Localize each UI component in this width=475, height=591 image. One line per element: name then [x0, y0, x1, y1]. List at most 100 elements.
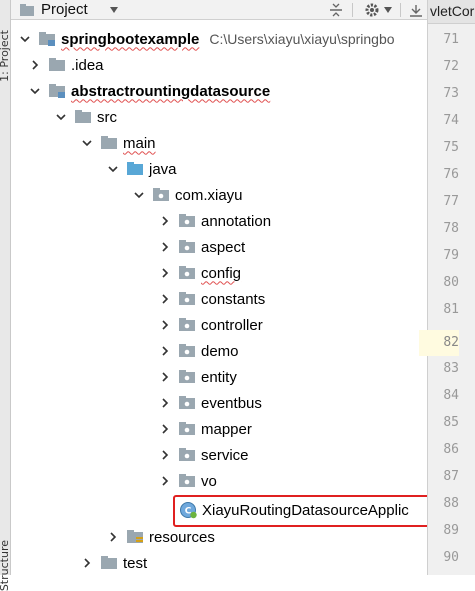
line-number: 80 — [443, 275, 459, 290]
line-number: 84 — [443, 388, 459, 403]
tree-node-subpackage[interactable]: constants — [159, 286, 427, 312]
tree-node-subpackage[interactable]: entity — [159, 364, 427, 390]
package-icon — [179, 448, 196, 462]
test-folder-label: test — [123, 554, 148, 572]
package-icon — [179, 266, 196, 280]
subpackage-label: annotation — [201, 212, 272, 230]
project-panel-header: Project — [11, 0, 427, 20]
subpackage-label: constants — [201, 290, 266, 308]
tree-node-test[interactable]: test — [81, 550, 427, 575]
tree-node-main[interactable]: main — [81, 130, 427, 156]
settings-dropdown-icon[interactable] — [384, 0, 392, 19]
tree-node-subpackage[interactable]: vo — [159, 468, 427, 494]
package-icon — [179, 240, 196, 254]
package-icon — [179, 474, 196, 488]
package-icon — [179, 292, 196, 306]
package-icon — [179, 214, 196, 228]
resources-folder-label: resources — [149, 528, 215, 546]
dropdown-arrow-icon[interactable] — [109, 0, 119, 19]
package-icon — [179, 344, 196, 358]
chevron-right-icon[interactable] — [159, 215, 171, 227]
spring-boot-class-icon: C — [179, 501, 197, 519]
tree-node-src[interactable]: src — [55, 104, 427, 130]
project-panel: Project springbootexample C:\Users\xiayu… — [11, 0, 427, 575]
root-project-name: springbootexample — [61, 30, 200, 48]
chevron-down-icon[interactable] — [55, 111, 67, 123]
line-number: 87 — [443, 469, 459, 484]
folder-icon — [75, 110, 92, 124]
hide-icon[interactable] — [409, 0, 423, 19]
line-number: 81 — [443, 302, 459, 317]
chevron-down-icon[interactable] — [107, 163, 119, 175]
source-folder-icon — [127, 162, 144, 176]
tree-node-subpackage[interactable]: controller — [159, 312, 427, 338]
line-number: 88 — [443, 496, 459, 511]
subpackage-label: service — [201, 446, 249, 464]
tree-node-package[interactable]: com.xiayu — [133, 182, 427, 208]
tree-node-java[interactable]: java — [107, 156, 427, 182]
chevron-down-icon[interactable] — [19, 33, 31, 45]
chevron-right-icon[interactable] — [159, 371, 171, 383]
tree-node-subpackage[interactable]: config — [159, 260, 427, 286]
tree-node-subpackage[interactable]: mapper — [159, 416, 427, 442]
current-line-number: 82 — [419, 330, 459, 356]
package-icon — [179, 422, 196, 436]
folder-icon — [49, 58, 66, 72]
line-number: 85 — [443, 415, 459, 430]
subpackage-label: entity — [201, 368, 237, 386]
line-number: 86 — [443, 442, 459, 457]
package-icon — [179, 370, 196, 384]
chevron-right-icon[interactable] — [159, 319, 171, 331]
line-number: 76 — [443, 167, 459, 182]
main-folder-label: main — [123, 134, 156, 152]
line-number: 83 — [443, 361, 459, 376]
resources-folder-icon — [127, 530, 144, 544]
chevron-right-icon[interactable] — [159, 397, 171, 409]
tree-node-idea[interactable]: .idea — [29, 52, 427, 78]
header-divider — [352, 3, 353, 17]
chevron-down-icon[interactable] — [29, 85, 41, 97]
chevron-right-icon[interactable] — [159, 267, 171, 279]
package-icon — [179, 318, 196, 332]
folder-icon — [101, 136, 118, 150]
subpackage-label: mapper — [201, 420, 252, 438]
chevron-right-icon[interactable] — [107, 531, 119, 543]
tree-node-subpackage[interactable]: eventbus — [159, 390, 427, 416]
chevron-right-icon[interactable] — [159, 423, 171, 435]
chevron-right-icon[interactable] — [29, 59, 41, 71]
editor-tab[interactable]: vletCor — [428, 0, 475, 24]
line-number: 77 — [443, 194, 459, 209]
settings-icon[interactable] — [364, 0, 380, 19]
line-number: 75 — [443, 140, 459, 155]
collapse-all-icon[interactable] — [329, 0, 343, 19]
chevron-down-icon[interactable] — [81, 137, 93, 149]
tree-node-resources[interactable]: resources — [107, 524, 427, 550]
tree-node-subpackage[interactable]: annotation — [159, 208, 427, 234]
chevron-right-icon[interactable] — [81, 557, 93, 569]
chevron-down-icon[interactable] — [133, 189, 145, 201]
line-number: 89 — [443, 523, 459, 538]
editor-gutter: vletCor 71 72 73 74 75 76 77 78 79 80 81… — [419, 0, 475, 575]
module-folder-icon — [49, 84, 66, 98]
project-view-title[interactable]: Project — [41, 0, 88, 19]
chevron-right-icon[interactable] — [159, 345, 171, 357]
src-folder-label: src — [97, 108, 117, 126]
tree-node-module[interactable]: abstractrountingdatasource — [29, 78, 427, 104]
project-panel-icon — [19, 0, 35, 19]
tree-node-root[interactable]: springbootexample C:\Users\xiayu\xiayu\s… — [19, 26, 427, 52]
line-number: 90 — [443, 550, 459, 565]
module-folder-icon — [39, 32, 56, 46]
chevron-right-icon[interactable] — [159, 475, 171, 487]
line-number: 73 — [443, 86, 459, 101]
chevron-right-icon[interactable] — [159, 293, 171, 305]
chevron-right-icon[interactable] — [159, 241, 171, 253]
chevron-right-icon[interactable] — [159, 449, 171, 461]
tree-node-application-class[interactable]: C XiayuRoutingDatasourceApplic — [179, 497, 427, 523]
line-number: 72 — [443, 59, 459, 74]
tree-node-subpackage[interactable]: aspect — [159, 234, 427, 260]
line-number: 71 — [443, 32, 459, 47]
subpackage-label: demo — [201, 342, 239, 360]
line-number: 74 — [443, 113, 459, 128]
tree-node-subpackage[interactable]: service — [159, 442, 427, 468]
tree-node-subpackage[interactable]: demo — [159, 338, 427, 364]
